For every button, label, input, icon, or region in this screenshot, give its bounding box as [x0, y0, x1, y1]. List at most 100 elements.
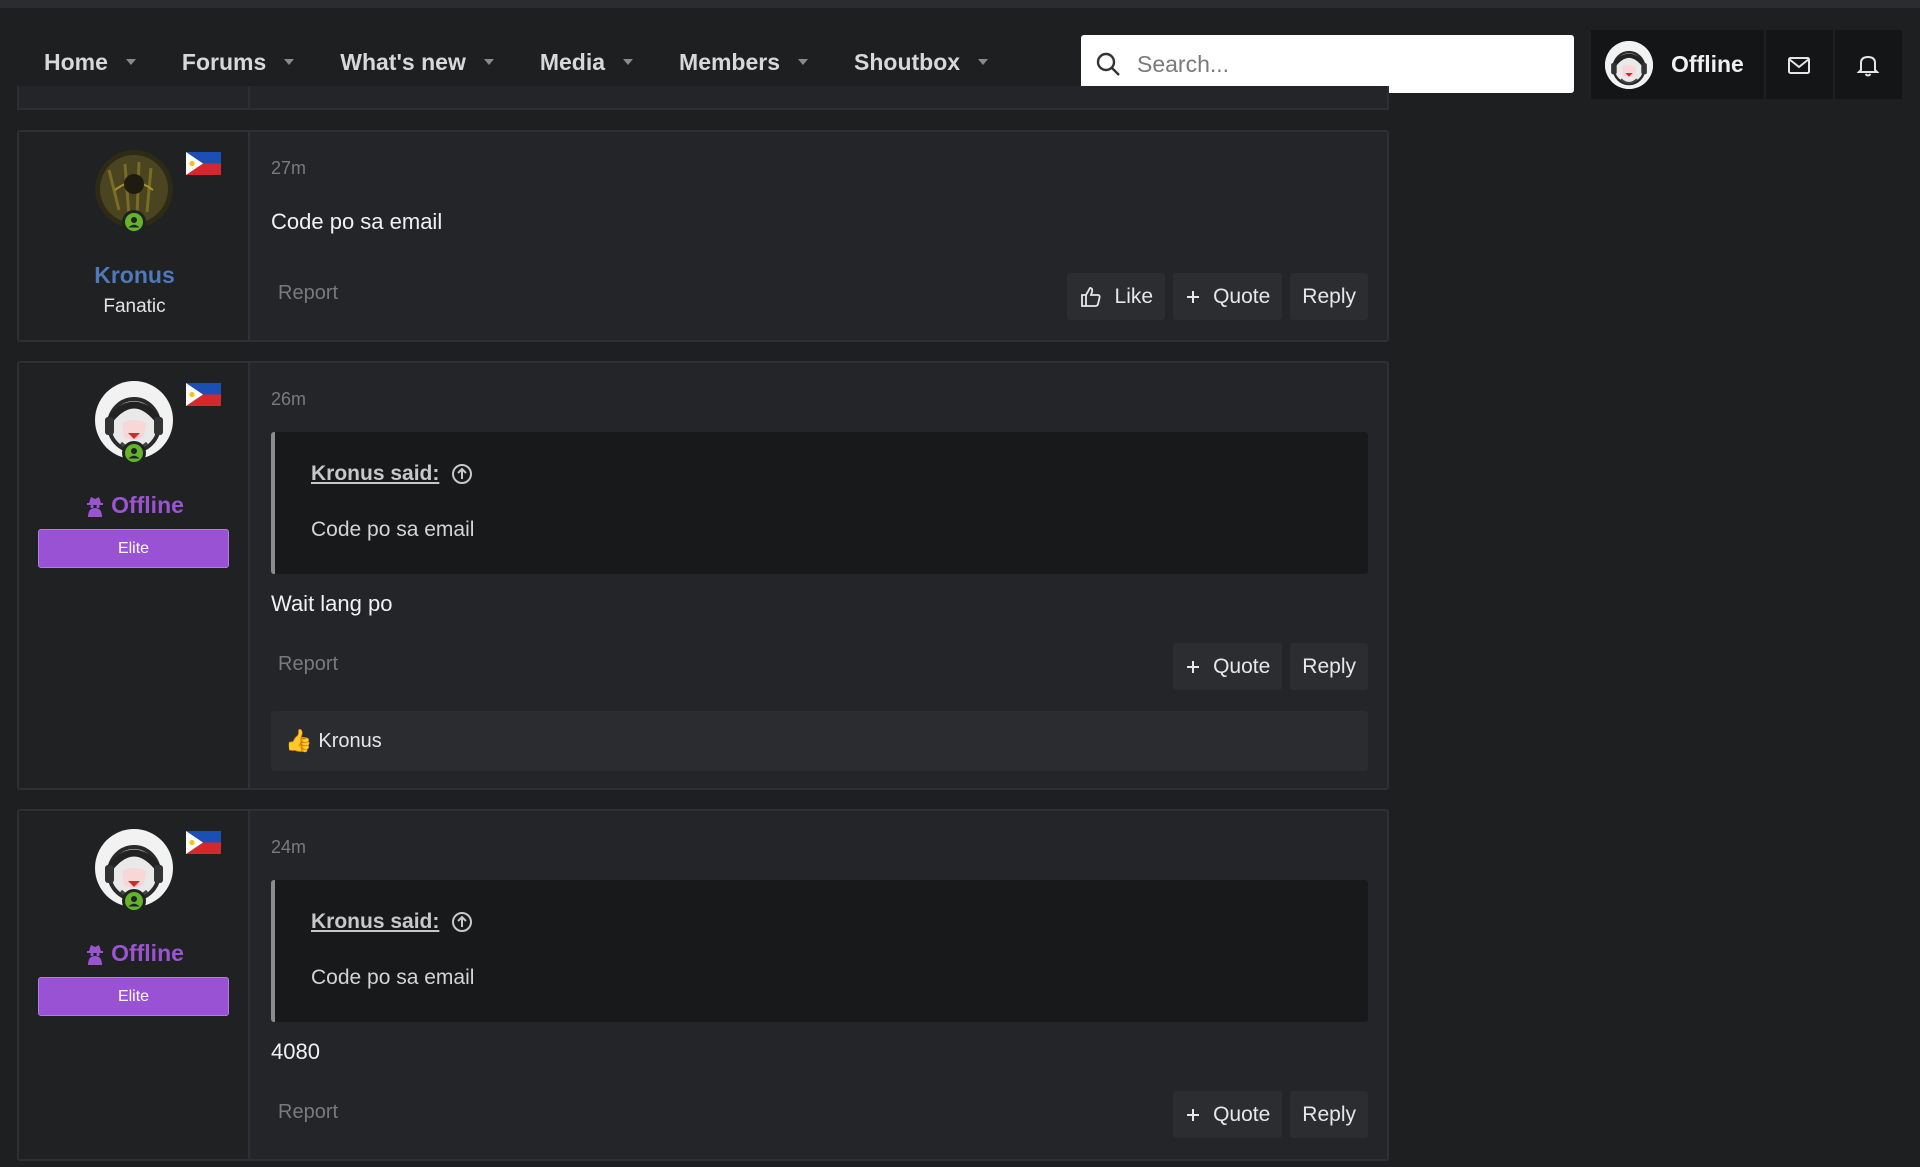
post-time[interactable]: 26m [271, 389, 306, 410]
post-user-panel: Kronus Fanatic [19, 132, 250, 340]
thumbs-up-icon: 👍 [285, 728, 313, 753]
nav-media-label: Media [539, 48, 606, 75]
chevron-down-icon[interactable] [125, 59, 136, 65]
quote-button[interactable]: Quote [1173, 1091, 1283, 1138]
reactions-bar[interactable]: 👍 Kronus [271, 711, 1368, 771]
post: Offline Elite 24m Kronus said: Code po s… [17, 809, 1389, 1161]
quote-text: Code po sa email [311, 966, 475, 989]
nav-members[interactable]: Members [663, 36, 824, 88]
reply-button[interactable]: Reply [1290, 273, 1368, 320]
previous-post-edge [17, 86, 1389, 110]
post-actions: Quote Reply [1173, 1091, 1368, 1138]
philippines-flag-icon [186, 152, 221, 175]
post-time[interactable]: 27m [271, 158, 306, 179]
avatar[interactable] [95, 150, 173, 234]
arrow-up-circle-icon[interactable] [451, 463, 473, 485]
chevron-down-icon[interactable] [483, 59, 494, 65]
search-icon [1096, 52, 1120, 76]
reply-button[interactable]: Reply [1290, 1091, 1368, 1138]
post-content: 27m Code po sa email Report Like Quote R… [250, 132, 1387, 340]
search-input[interactable] [1137, 50, 1557, 78]
post-username[interactable]: Offline [19, 492, 250, 519]
nav-home[interactable]: Home [28, 36, 152, 88]
post-actions: Quote Reply [1173, 643, 1368, 690]
user-banner: Elite [38, 529, 229, 568]
post-username[interactable]: Kronus [19, 262, 250, 289]
plus-icon [1185, 289, 1201, 305]
nav-members-label: Members [679, 48, 781, 75]
quote-block: Kronus said: Code po sa email [271, 432, 1368, 574]
quote-button[interactable]: Quote [1173, 643, 1283, 690]
alerts-button[interactable] [1834, 30, 1904, 99]
report-link[interactable]: Report [278, 653, 338, 676]
chevron-down-icon[interactable] [798, 59, 809, 65]
quote-label: Quote [1213, 284, 1271, 308]
main-nav: Home Forums What's new Media Members Sho… [28, 36, 1004, 88]
nav-home-label: Home [44, 48, 108, 75]
quote-attribution[interactable]: Kronus said: [311, 910, 473, 934]
reply-label: Reply [1302, 654, 1356, 678]
post-content: 26m Kronus said: Code po sa email Wait l… [250, 363, 1387, 788]
reply-label: Reply [1302, 284, 1356, 308]
post-time[interactable]: 24m [271, 837, 306, 858]
quote-attribution[interactable]: Kronus said: [311, 462, 473, 486]
quote-button[interactable]: Quote [1173, 273, 1283, 320]
post-message: 4080 [271, 1039, 320, 1064]
envelope-icon [1788, 56, 1811, 74]
nav-forums-label: Forums [181, 48, 267, 75]
quote-text: Code po sa email [311, 518, 475, 541]
post-user-panel: Offline Elite [19, 811, 250, 1159]
account-menu[interactable]: Offline [1591, 30, 1766, 99]
post-message: Code po sa email [271, 209, 443, 234]
quote-author[interactable]: Kronus said: [311, 462, 439, 486]
user-controls: Offline [1591, 30, 1904, 99]
post-username-text[interactable]: Offline [111, 492, 184, 519]
post-message: Wait lang po [271, 591, 393, 616]
thumbs-up-icon [1080, 286, 1101, 307]
post: Offline Elite 26m Kronus said: Code po s… [17, 361, 1389, 790]
nav-shoutbox-label: Shoutbox [854, 48, 961, 75]
post-username-text[interactable]: Offline [111, 940, 184, 967]
post-username[interactable]: Offline [19, 940, 250, 967]
reply-label: Reply [1302, 1102, 1356, 1126]
post: Kronus Fanatic 27m Code po sa email Repo… [17, 130, 1389, 342]
incognito-icon [85, 943, 105, 965]
avatar[interactable] [95, 829, 173, 913]
philippines-flag-icon [186, 383, 221, 406]
nav-whats-new[interactable]: What's new [324, 36, 510, 88]
avatar [1605, 40, 1653, 89]
bell-icon [1856, 55, 1880, 76]
nav-whats-new-label: What's new [340, 48, 466, 75]
chevron-down-icon[interactable] [623, 59, 634, 65]
divider [248, 86, 250, 108]
inbox-button[interactable] [1765, 30, 1835, 99]
like-label: Like [1114, 284, 1154, 308]
arrow-up-circle-icon[interactable] [451, 911, 473, 933]
incognito-icon [85, 495, 105, 517]
nav-shoutbox[interactable]: Shoutbox [838, 36, 1004, 88]
nav-media[interactable]: Media [524, 36, 649, 88]
quote-author[interactable]: Kronus said: [311, 910, 439, 934]
quote-label: Quote [1213, 1102, 1271, 1126]
quote-label: Quote [1213, 654, 1271, 678]
plus-icon [1185, 1107, 1201, 1123]
account-name: Offline [1671, 51, 1744, 77]
nav-forums[interactable]: Forums [166, 36, 310, 88]
like-button[interactable]: Like [1066, 273, 1166, 320]
report-link[interactable]: Report [278, 282, 338, 305]
reply-button[interactable]: Reply [1290, 643, 1368, 690]
chevron-down-icon[interactable] [978, 59, 989, 65]
chevron-down-icon[interactable] [284, 59, 295, 65]
report-link[interactable]: Report [278, 1101, 338, 1124]
philippines-flag-icon [186, 831, 221, 854]
post-actions: Like Quote Reply [1066, 273, 1368, 320]
user-banner: Elite [38, 977, 229, 1016]
quote-block: Kronus said: Code po sa email [271, 880, 1368, 1022]
post-content: 24m Kronus said: Code po sa email 4080 R… [250, 811, 1387, 1159]
plus-icon [1185, 659, 1201, 675]
search-box[interactable] [1081, 35, 1574, 93]
avatar[interactable] [95, 381, 173, 465]
reaction-user[interactable]: Kronus [318, 730, 381, 753]
online-status-icon [122, 210, 146, 234]
user-title: Fanatic [103, 296, 166, 317]
